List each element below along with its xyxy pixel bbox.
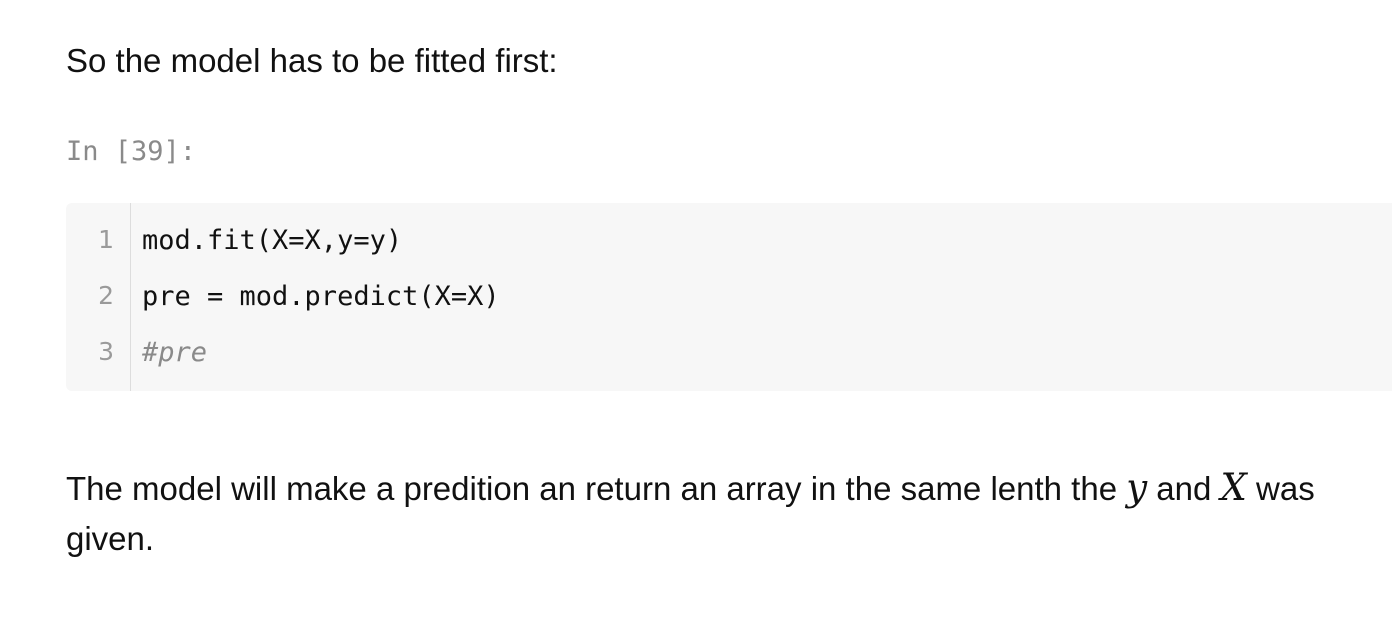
- code-cell-editor[interactable]: 1 2 3 mod.fit(X=X,y=y) pre = mod.predict…: [66, 203, 1392, 391]
- code-line-2[interactable]: pre = mod.predict(X=X): [142, 281, 500, 312]
- line-number-1: 1: [98, 225, 114, 254]
- cell-prompt: In [39]:: [66, 136, 197, 167]
- outro-text-part-1: The model will make a predition an retur…: [66, 470, 1127, 507]
- math-variable-y: y: [1126, 466, 1148, 509]
- line-number-gutter: 1 2 3: [66, 203, 131, 391]
- markdown-intro-text: So the model has to be fitted first:: [66, 42, 558, 79]
- math-variable-x: X: [1220, 466, 1247, 509]
- code-line-3-comment[interactable]: #pre: [142, 337, 207, 368]
- line-number-3: 3: [98, 337, 114, 366]
- outro-text-part-2: and: [1147, 470, 1221, 507]
- code-line-1[interactable]: mod.fit(X=X,y=y): [142, 225, 402, 256]
- markdown-outro-text: The model will make a predition an retur…: [66, 463, 1366, 564]
- line-number-2: 2: [98, 281, 114, 310]
